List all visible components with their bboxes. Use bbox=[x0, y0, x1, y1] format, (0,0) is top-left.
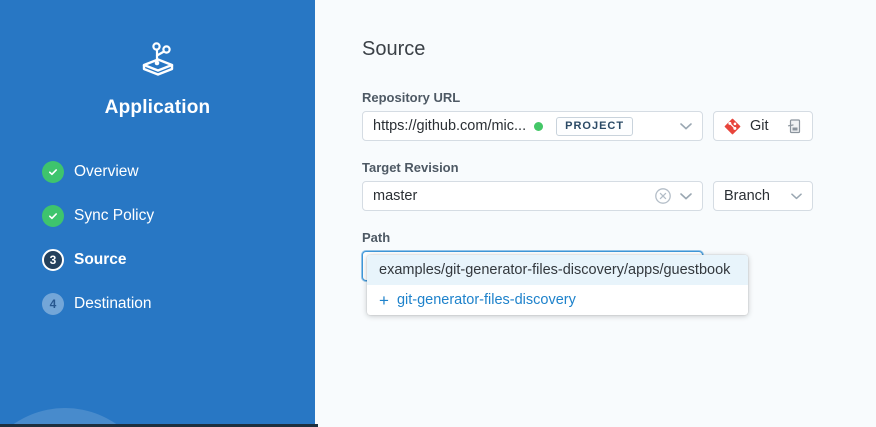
path-create-item[interactable]: + git-generator-files-discovery bbox=[367, 285, 748, 315]
project-badge: PROJECT bbox=[556, 117, 633, 136]
plus-icon: + bbox=[379, 292, 389, 309]
step-destination[interactable]: 4 Destination bbox=[42, 293, 315, 315]
suggestion-label: examples/git-generator-files-discovery/a… bbox=[379, 262, 730, 278]
step-overview[interactable]: Overview bbox=[42, 161, 315, 183]
application-icon bbox=[0, 38, 315, 82]
step-label: Sync Policy bbox=[74, 207, 154, 225]
repo-connected-dot bbox=[534, 122, 543, 131]
new-application-wizard: Application Overview Sync Policy bbox=[0, 0, 876, 427]
suggestion-label: git-generator-files-discovery bbox=[397, 292, 576, 308]
path-suggestions-dropdown: examples/git-generator-files-discovery/a… bbox=[367, 255, 748, 315]
step-source[interactable]: 3 Source bbox=[42, 249, 315, 271]
repository-url-input[interactable]: https://github.com/mic... PROJECT bbox=[362, 111, 703, 141]
repository-url-field: Repository URL https://github.com/mic...… bbox=[362, 90, 876, 141]
step-number-badge: 4 bbox=[42, 293, 64, 315]
path-suggestion-item[interactable]: examples/git-generator-files-discovery/a… bbox=[367, 255, 748, 285]
step-sync-policy[interactable]: Sync Policy bbox=[42, 205, 315, 227]
revision-type-value: Branch bbox=[724, 188, 770, 204]
git-icon bbox=[724, 118, 741, 135]
chevron-down-icon bbox=[680, 193, 692, 200]
check-icon bbox=[42, 205, 64, 227]
clear-icon[interactable] bbox=[654, 187, 672, 205]
step-label: Destination bbox=[74, 295, 152, 313]
repo-type-select[interactable]: Git bbox=[713, 111, 813, 141]
source-panel: Source Repository URL https://github.com… bbox=[315, 0, 876, 427]
step-label: Source bbox=[74, 251, 127, 269]
repository-url-value: https://github.com/mic... bbox=[373, 118, 526, 134]
wizard-sidebar: Application Overview Sync Policy bbox=[0, 0, 315, 427]
wizard-steps: Overview Sync Policy 3 Source 4 Destinat… bbox=[0, 161, 315, 315]
repository-url-label: Repository URL bbox=[362, 90, 876, 105]
revision-type-select[interactable]: Branch bbox=[713, 181, 813, 211]
target-revision-row: master Branch bbox=[362, 181, 876, 211]
target-revision-field: Target Revision master bbox=[362, 160, 876, 211]
target-revision-label: Target Revision bbox=[362, 160, 876, 175]
check-icon bbox=[42, 161, 64, 183]
file-toggle-icon bbox=[786, 118, 802, 134]
target-revision-value: master bbox=[373, 188, 417, 204]
path-label: Path bbox=[362, 230, 876, 245]
target-revision-input[interactable]: master bbox=[362, 181, 703, 211]
chevron-down-icon bbox=[791, 193, 802, 200]
step-number-badge: 3 bbox=[42, 249, 64, 271]
step-label: Overview bbox=[74, 163, 139, 181]
sidebar-title: Application bbox=[0, 97, 315, 119]
panel-heading: Source bbox=[362, 38, 876, 61]
repository-url-row: https://github.com/mic... PROJECT bbox=[362, 111, 876, 141]
repo-type-value: Git bbox=[750, 118, 769, 134]
chevron-down-icon bbox=[680, 123, 692, 130]
